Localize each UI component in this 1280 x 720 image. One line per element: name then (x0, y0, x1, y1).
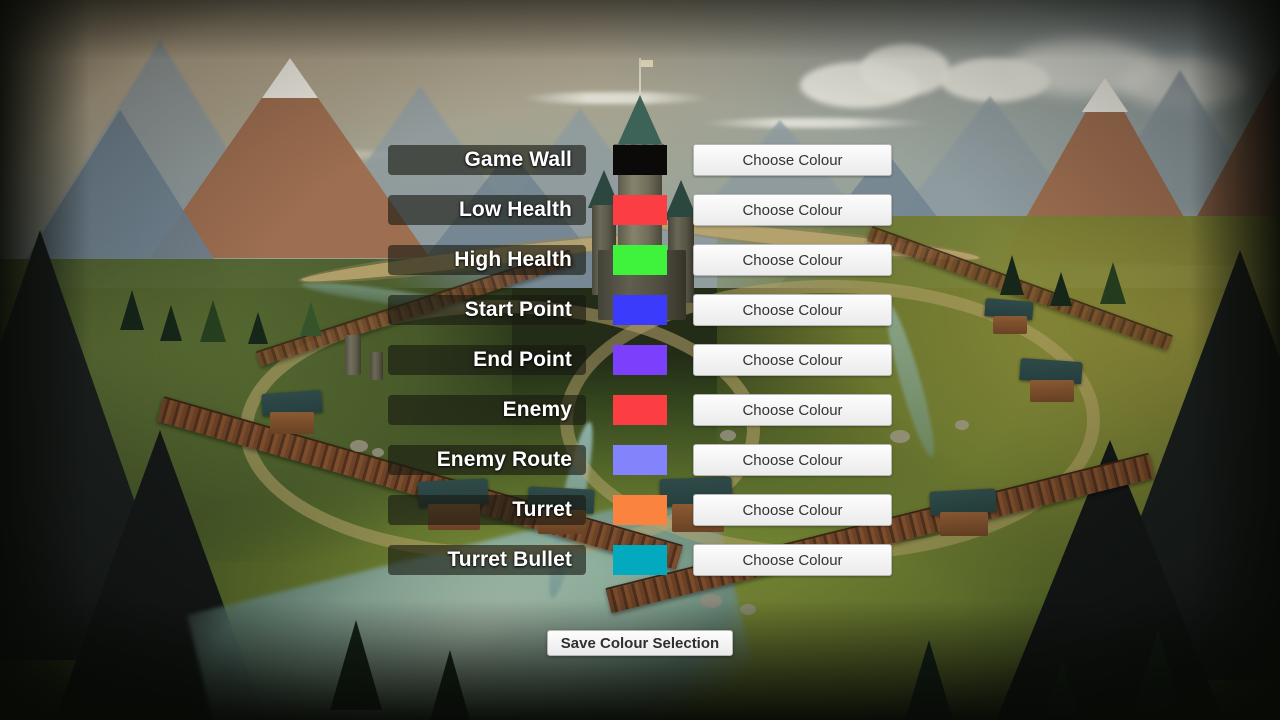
colour-row: Game Wall Choose Colour (0, 144, 1280, 176)
colour-swatch[interactable] (613, 495, 667, 525)
colour-row: Enemy Choose Colour (0, 394, 1280, 426)
colour-row: High Health Choose Colour (0, 244, 1280, 276)
colour-row-label: Game Wall (388, 145, 586, 175)
colour-row-label: Enemy (388, 395, 586, 425)
colour-row-label: Enemy Route (388, 445, 586, 475)
colour-settings-panel: Game Wall Choose Colour Low Health Choose C… (0, 0, 1280, 720)
colour-row-label: Start Point (388, 295, 586, 325)
colour-row: Turret Choose Colour (0, 494, 1280, 526)
choose-colour-button[interactable]: Choose Colour (693, 294, 892, 326)
colour-swatch[interactable] (613, 445, 667, 475)
colour-row-label: End Point (388, 345, 586, 375)
colour-row-label: Turret Bullet (388, 545, 586, 575)
colour-row: Low Health Choose Colour (0, 194, 1280, 226)
save-colour-selection-button[interactable]: Save Colour Selection (547, 630, 733, 656)
colour-swatch[interactable] (613, 545, 667, 575)
colour-row: Start Point Choose Colour (0, 294, 1280, 326)
choose-colour-button[interactable]: Choose Colour (693, 194, 892, 226)
choose-colour-button[interactable]: Choose Colour (693, 244, 892, 276)
colour-row: Enemy Route Choose Colour (0, 444, 1280, 476)
colour-swatch[interactable] (613, 395, 667, 425)
choose-colour-button[interactable]: Choose Colour (693, 344, 892, 376)
choose-colour-button[interactable]: Choose Colour (693, 544, 892, 576)
colour-swatch[interactable] (613, 345, 667, 375)
colour-swatch[interactable] (613, 145, 667, 175)
choose-colour-button[interactable]: Choose Colour (693, 144, 892, 176)
colour-row: Turret Bullet Choose Colour (0, 544, 1280, 576)
colour-row-label: High Health (388, 245, 586, 275)
colour-row: End Point Choose Colour (0, 344, 1280, 376)
choose-colour-button[interactable]: Choose Colour (693, 494, 892, 526)
choose-colour-button[interactable]: Choose Colour (693, 444, 892, 476)
colour-row-label: Low Health (388, 195, 586, 225)
colour-swatch[interactable] (613, 295, 667, 325)
colour-swatch[interactable] (613, 245, 667, 275)
colour-row-label: Turret (388, 495, 586, 525)
choose-colour-button[interactable]: Choose Colour (693, 394, 892, 426)
colour-swatch[interactable] (613, 195, 667, 225)
